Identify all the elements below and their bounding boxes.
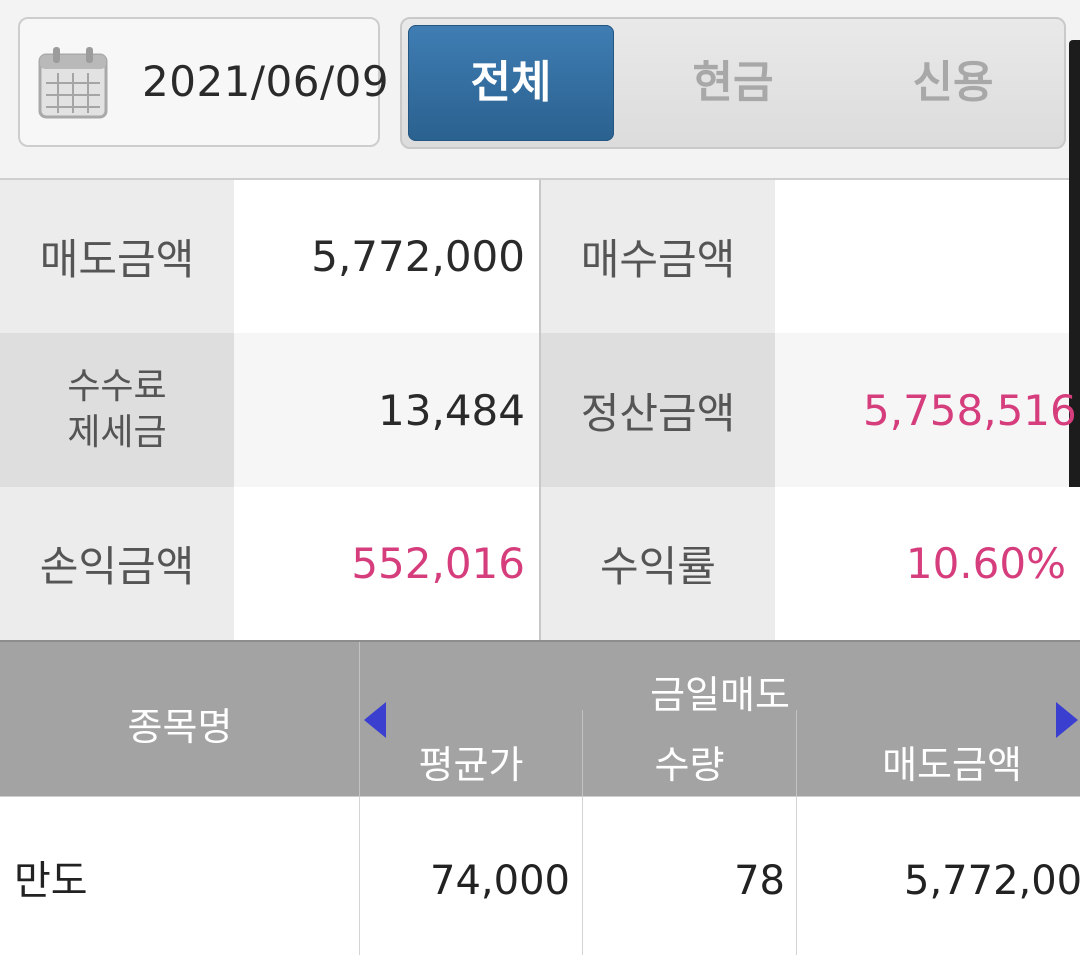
fee-label-line1: 수수료	[67, 366, 167, 407]
triangle-left-icon[interactable]	[364, 702, 386, 738]
header-quantity: 수량	[654, 743, 725, 787]
return-rate-value: 10.60%	[775, 487, 1080, 640]
cell-sell-amount: 5,772,000	[904, 858, 1080, 904]
tab-all[interactable]: 전체	[408, 25, 614, 141]
date-value: 2021/06/09	[142, 57, 390, 106]
settlement-label: 정산금액	[541, 333, 775, 487]
cell-avg-price: 74,000	[430, 858, 570, 904]
top-bar: 2021/06/09 전체 현금 신용	[0, 0, 1080, 540]
cell-stock-name: 만도	[14, 858, 88, 904]
table-header: 종목명 금일매도 평균가 수량 매도금액	[0, 640, 1080, 798]
pnl-label: 손익금액	[0, 487, 234, 640]
header-avg-price: 평균가	[418, 743, 524, 787]
table-row[interactable]: 만도 74,000 78 5,772,000	[0, 796, 1080, 955]
pnl-value: 552,016	[234, 487, 539, 640]
fee-tax-value: 13,484	[234, 333, 539, 487]
row-divider	[796, 797, 797, 955]
header-today-sell: 금일매도	[650, 673, 790, 717]
sell-amount-label: 매도금액	[0, 180, 234, 333]
calendar-icon	[38, 47, 108, 119]
summary-divider	[539, 180, 541, 640]
date-picker[interactable]: 2021/06/09	[18, 17, 389, 147]
return-rate-label: 수익률	[541, 487, 775, 640]
tab-credit[interactable]: 신용	[848, 25, 1058, 141]
tab-cash[interactable]: 현금	[628, 25, 838, 141]
settlement-value: 5,758,516	[775, 333, 1077, 487]
triangle-right-icon[interactable]	[1056, 702, 1078, 738]
cell-quantity: 78	[734, 858, 785, 904]
buy-amount-value	[775, 180, 1069, 333]
fee-label-line2: 제세금	[67, 412, 167, 453]
summary-grid: 매도금액 5,772,000 매수금액 수수료 제세금 13,484 정산금액 …	[0, 180, 1080, 640]
fee-tax-label: 수수료 제세금	[0, 333, 234, 487]
buy-amount-label: 매수금액	[541, 180, 775, 333]
account-type-segmented-control: 전체 현금 신용	[400, 17, 1066, 149]
header-stock-name: 종목명	[127, 705, 233, 749]
header-sell-amount: 매도금액	[882, 743, 1022, 787]
sell-amount-value: 5,772,000	[234, 180, 539, 333]
